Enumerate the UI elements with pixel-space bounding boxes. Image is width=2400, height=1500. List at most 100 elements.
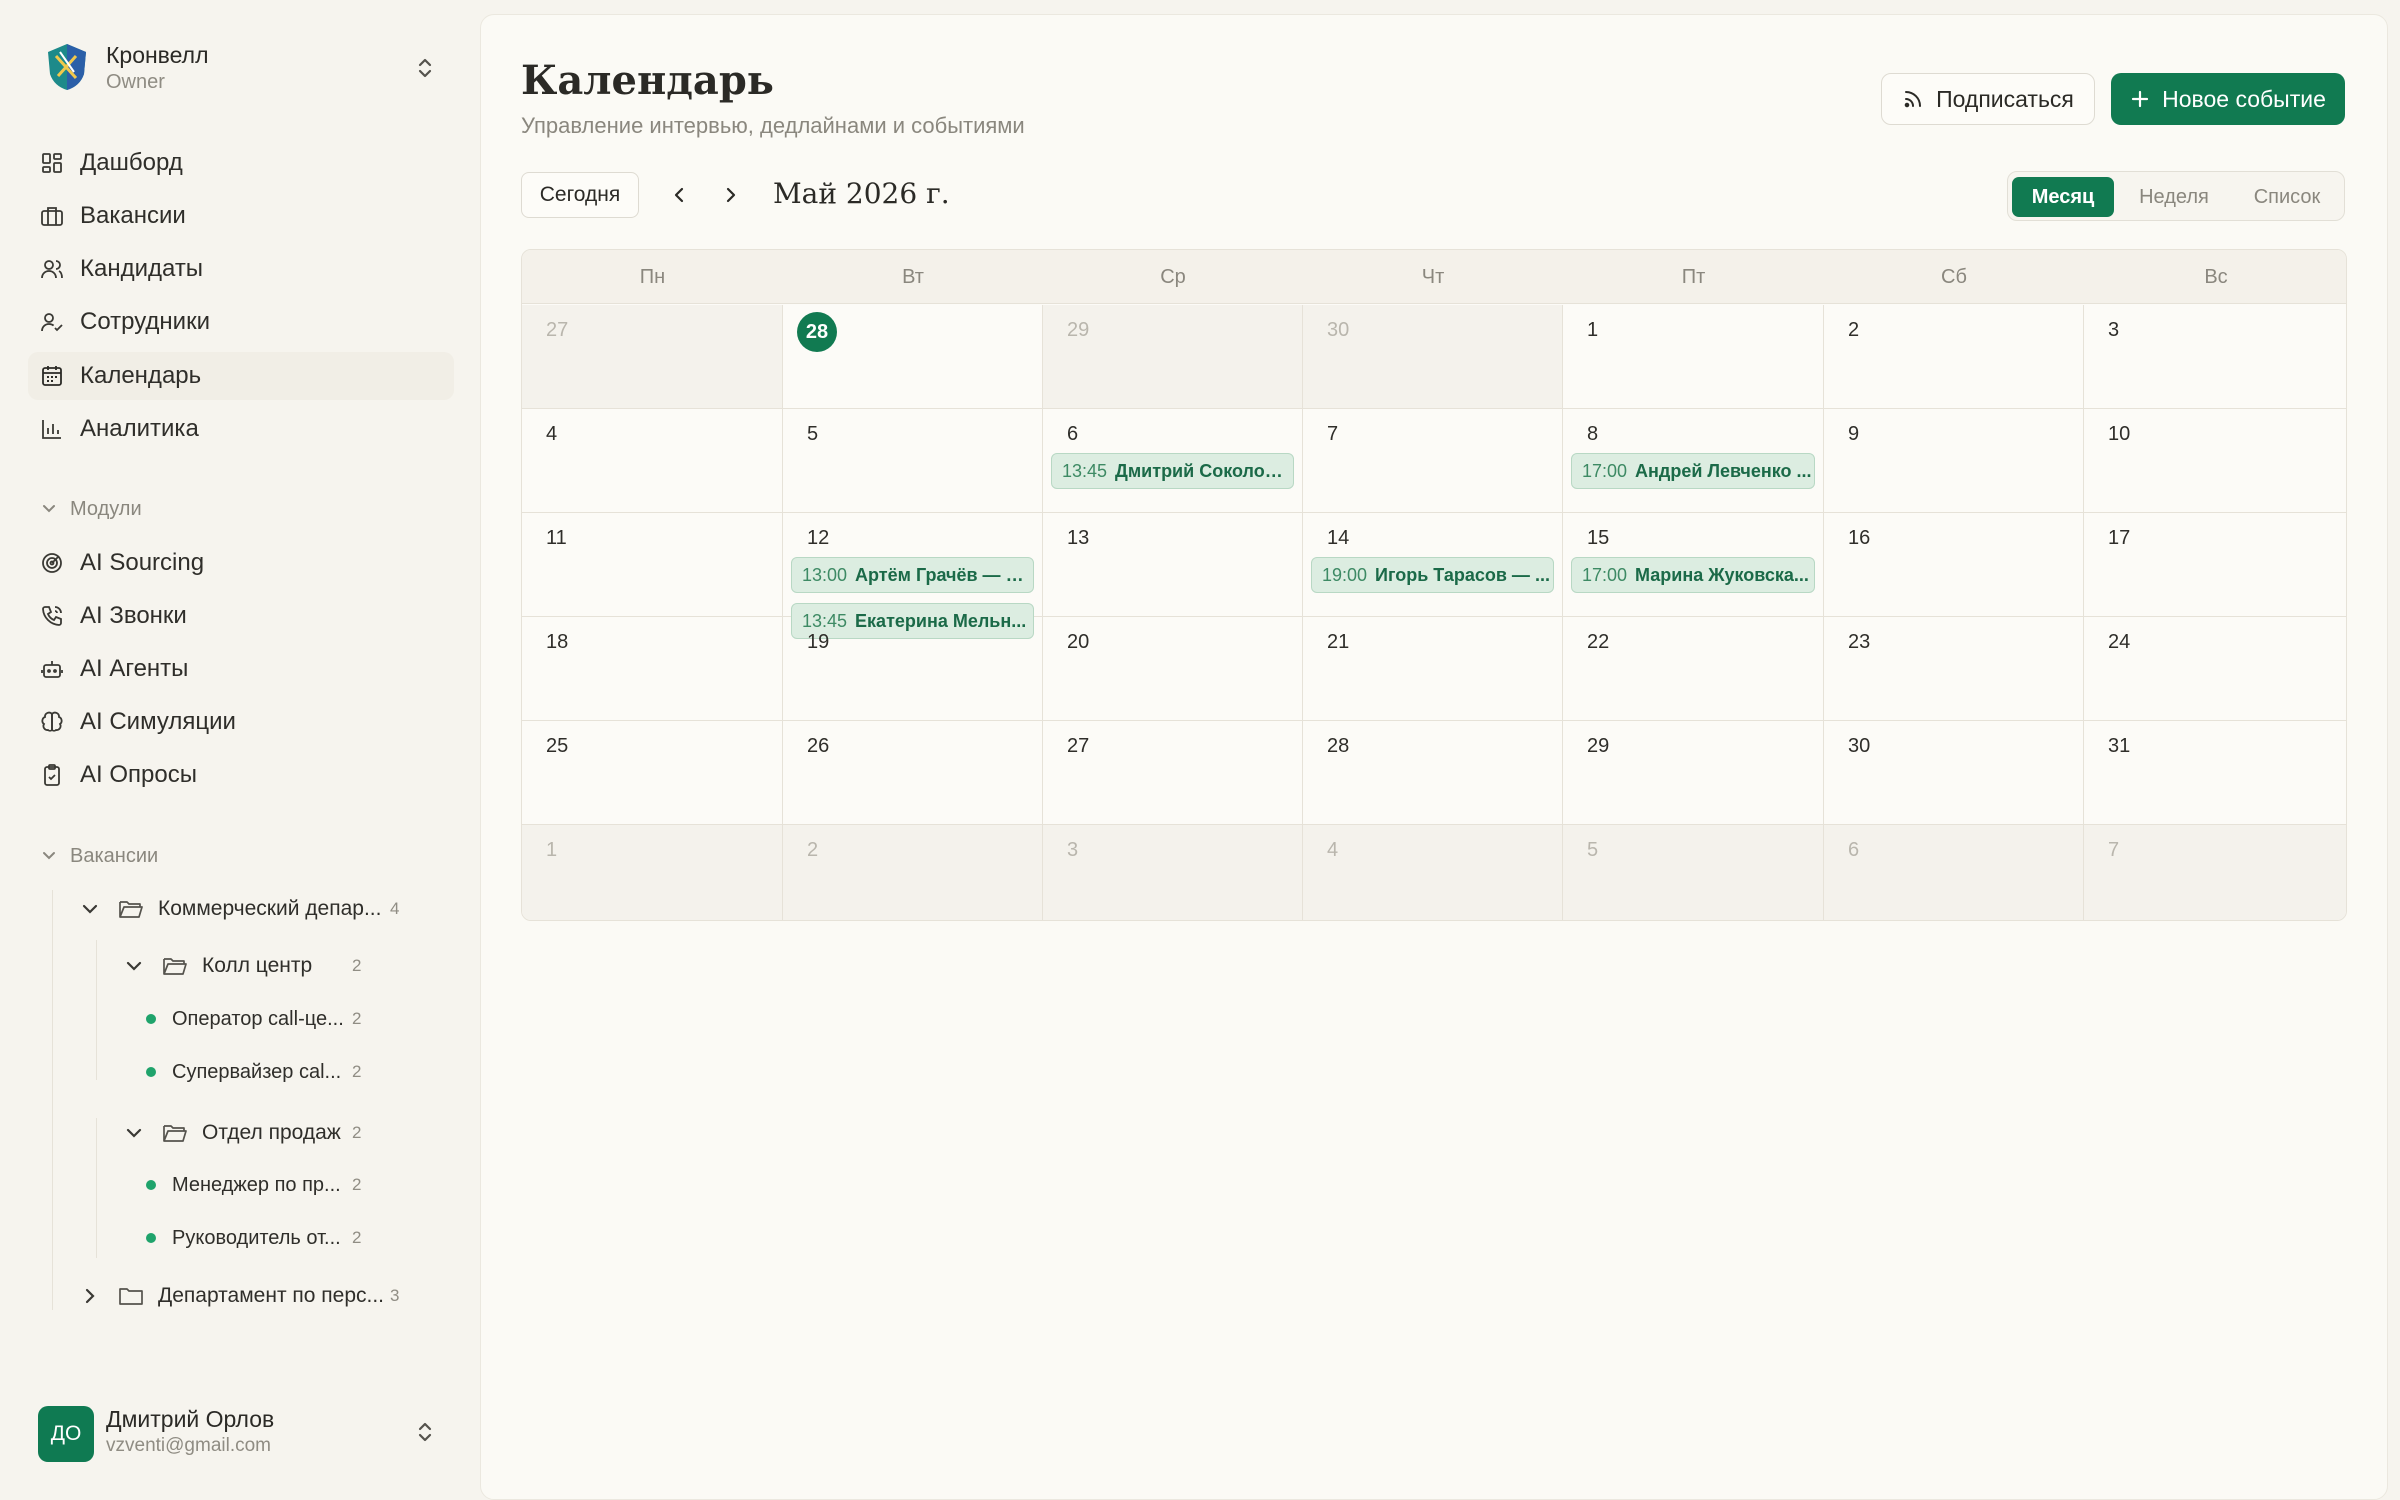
next-month-button[interactable] [713,177,749,213]
nav-item-ai-agents[interactable]: AI Агенты [28,645,454,693]
calendar-day-cell[interactable]: 7 [1303,409,1563,513]
view-month-tab[interactable]: Месяц [2012,177,2114,217]
calendar-day-cell[interactable]: 25 [522,721,783,825]
nav-item-candidates[interactable]: Кандидаты [28,245,454,293]
calendar-day-cell[interactable]: 13 [1043,513,1303,617]
nav-item-ai-calls[interactable]: AI Звонки [28,592,454,640]
calendar-day-cell[interactable]: 1 [522,825,783,920]
day-number: 7 [2108,839,2120,861]
calendar-day-cell[interactable]: 26 [783,721,1043,825]
tree-vacancy-item[interactable]: Менеджер по пр... 2 [146,1165,370,1205]
vacancies-section-toggle[interactable]: Вакансии [40,841,158,871]
tree-dept-personnel[interactable]: Департамент по перс... 3 [80,1276,420,1316]
day-number: 29 [1587,735,1610,757]
weekday-label: Вс [2204,265,2228,288]
calendar-day-cell[interactable]: 24 [2084,617,2346,721]
nav-item-calendar[interactable]: Календарь [28,352,454,400]
tree-count: 4 [390,899,400,918]
chevron-down-icon [43,505,55,513]
calendar-day-cell[interactable]: 6 [1824,825,2084,920]
calendar-day-cell[interactable]: 30 [1824,721,2084,825]
chevron-right-icon [726,187,736,203]
calendar-day-cell[interactable]: 31 [2084,721,2346,825]
calendar-day-cell[interactable]: 23 [1824,617,2084,721]
view-week-tab[interactable]: Неделя [2120,177,2228,217]
calendar-day-cell[interactable]: 8 17:00 Андрей Левченко ... [1563,409,1824,513]
day-number: 23 [1848,631,1871,653]
calendar-day-cell[interactable]: 5 [783,409,1043,513]
calendar-day-cell[interactable]: 1 [1563,305,1824,409]
tree-group-call-center[interactable]: Колл центр 2 [124,946,370,986]
new-event-button[interactable]: Новое событие [2111,73,2345,125]
calendar-day-cell[interactable]: 6 13:45 Дмитрий Соколов ... [1043,409,1303,513]
day-number: 4 [1327,839,1339,861]
event-title: Марина Жуковска... [1635,564,1809,585]
calendar-event[interactable]: 19:00 Игорь Тарасов — ... [1311,557,1554,593]
nav-item-vacancies[interactable]: Вакансии [28,192,454,240]
calendar-day-cell[interactable]: 28 [1303,721,1563,825]
calendar-day-cell[interactable]: 29 [1563,721,1824,825]
day-number: 27 [1067,735,1090,757]
calendar-day-cell[interactable]: 16 [1824,513,2084,617]
calendar-day-cell[interactable]: 7 [2084,825,2346,920]
calendar-event[interactable]: 17:00 Марина Жуковска... [1571,557,1815,593]
calendar-day-cell[interactable]: 27 [1043,721,1303,825]
calendar-day-cell[interactable]: 2 [1824,305,2084,409]
calendar-day-cell[interactable]: 4 [522,409,783,513]
org-role: Owner [106,71,165,93]
calendar-event[interactable]: 13:00 Артём Грачёв — С... [791,557,1034,593]
today-button[interactable]: Сегодня [521,172,639,218]
nav-item-dashboard[interactable]: Дашборд [28,139,454,187]
nav-item-analytics[interactable]: Аналитика [28,405,454,453]
calendar-day-cell[interactable]: 5 [1563,825,1824,920]
tree-dept-commercial[interactable]: Коммерческий депар... 4 [80,889,420,929]
nav-item-ai-sourcing[interactable]: AI Sourcing [28,539,454,587]
calendar-day-cell[interactable]: 18 [522,617,783,721]
nav-item-ai-simulations[interactable]: AI Симуляции [28,698,454,746]
chevron-up-down-icon [418,58,432,78]
calendar-day-cell[interactable]: 2 [783,825,1043,920]
subscribe-button[interactable]: Подписаться [1881,73,2095,125]
tree-vacancy-item[interactable]: Оператор call-це... 2 [146,999,370,1039]
calendar-day-cell[interactable]: 21 [1303,617,1563,721]
tree-vacancy-item[interactable]: Руководитель от... 2 [146,1218,370,1258]
tree-vacancy-item[interactable]: Супервайзер cal... 2 [146,1052,370,1092]
calendar-day-cell[interactable]: 10 [2084,409,2346,513]
calendar-event[interactable]: 17:00 Андрей Левченко ... [1571,453,1815,489]
modules-section-toggle[interactable]: Модули [40,494,142,524]
calendar-day-cell[interactable]: 3 [1043,825,1303,920]
nav-item-ai-surveys[interactable]: AI Опросы [28,751,454,799]
tree-label: Менеджер по пр... [172,1173,341,1196]
calendar-day-cell[interactable]: 30 [1303,305,1563,409]
tree-guide-line [96,940,97,1080]
calendar-day-cell[interactable]: 12 13:00 Артём Грачёв — С... 13:45 Екатерина… [783,513,1043,639]
view-list-tab[interactable]: Список [2234,177,2340,217]
calendar-day-cell[interactable]: 20 [1043,617,1303,721]
day-number: 24 [2108,631,2131,653]
calendar-day-cell[interactable]: 14 19:00 Игорь Тарасов — ... [1303,513,1563,617]
new-event-label: Новое событие [2162,85,2326,112]
calendar-day-cell[interactable]: 4 [1303,825,1563,920]
users-icon [38,255,66,283]
calendar-day-cell[interactable]: 19 [783,617,1043,721]
calendar-day-cell[interactable]: 27 [522,305,783,409]
org-switcher[interactable]: Кронвелл Owner [42,38,442,98]
tree-group-sales[interactable]: Отдел продаж 2 [124,1113,370,1153]
nav-label: AI Sourcing [80,549,205,576]
day-number: 27 [546,319,569,341]
calendar-day-cell[interactable]: 17 [2084,513,2346,617]
calendar-day-cell[interactable]: 9 [1824,409,2084,513]
calendar-day-cell[interactable]: 29 [1043,305,1303,409]
calendar-day-cell[interactable]: 11 [522,513,783,617]
calendar-day-cell[interactable]: 15 17:00 Марина Жуковска... [1563,513,1824,617]
prev-month-button[interactable] [661,177,697,213]
calendar-day-cell[interactable]: 28 [783,305,1043,409]
user-menu[interactable]: ДО Дмитрий Орлов vzventi@gmail.com [38,1400,448,1464]
day-number: 2 [1848,319,1860,341]
weekday-label: Вт [902,265,924,288]
calendar-day-cell[interactable]: 3 [2084,305,2346,409]
calendar-day-cell[interactable]: 22 [1563,617,1824,721]
calendar-event[interactable]: 13:45 Дмитрий Соколов ... [1051,453,1294,489]
nav-item-employees[interactable]: Сотрудники [28,298,454,346]
org-logo-icon [48,44,86,90]
